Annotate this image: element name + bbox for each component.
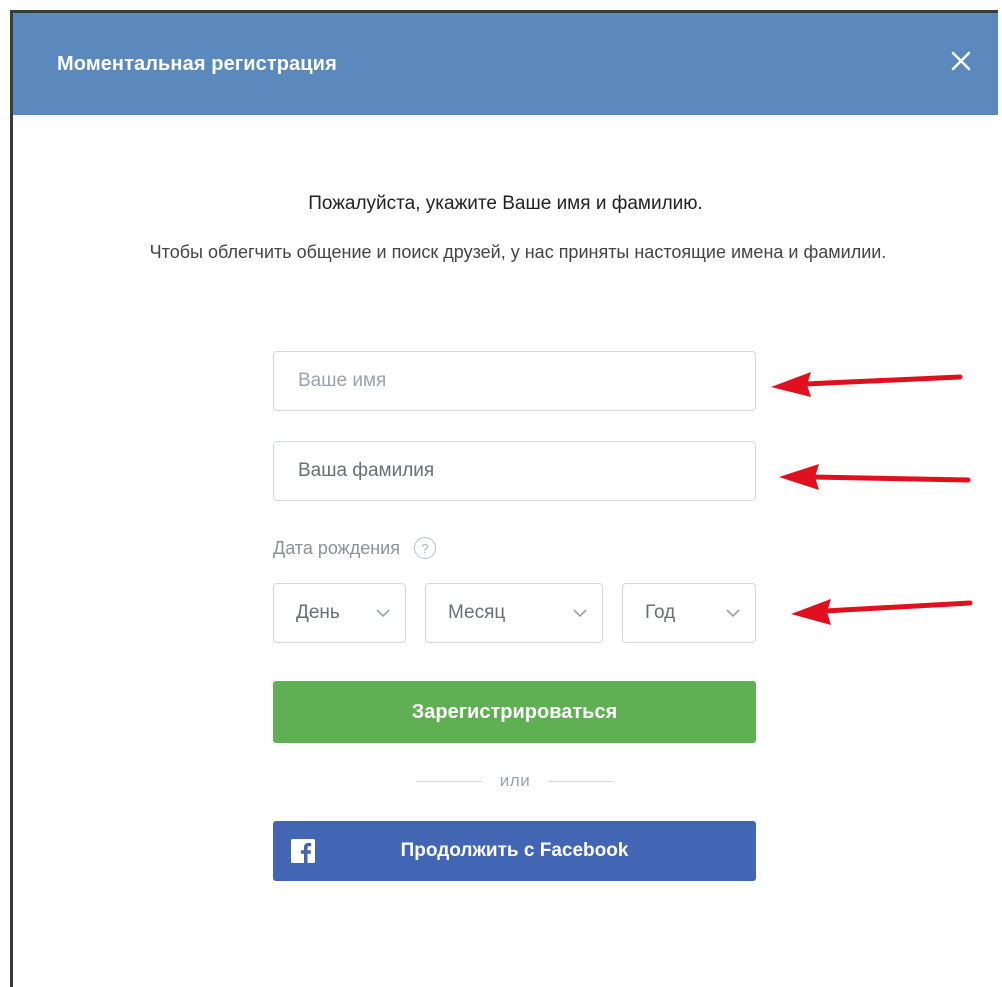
or-divider: или xyxy=(405,771,625,791)
birthdate-label: Дата рождения ? xyxy=(273,537,436,559)
year-select[interactable]: Год xyxy=(622,583,756,643)
register-button[interactable]: Зарегистрироваться xyxy=(273,681,756,743)
chevron-down-icon xyxy=(573,609,587,618)
birthdate-label-text: Дата рождения xyxy=(273,537,400,558)
registration-dialog: Моментальная регистрация Пожалуйста, ука… xyxy=(10,10,998,987)
help-icon[interactable]: ? xyxy=(413,537,436,559)
or-label: или xyxy=(499,771,531,790)
red-arrow-left-icon xyxy=(785,591,975,631)
facebook-button-label: Продолжить с Facebook xyxy=(400,840,629,861)
dialog-title: Моментальная регистрация xyxy=(57,52,337,75)
chevron-down-icon xyxy=(726,609,740,618)
month-select[interactable]: Месяц xyxy=(425,583,603,643)
dialog-header: Моментальная регистрация xyxy=(13,13,998,115)
day-select-value: День xyxy=(296,602,340,623)
close-button[interactable] xyxy=(946,46,976,76)
red-arrow-left-icon xyxy=(773,456,973,496)
facebook-button[interactable]: Продолжить с Facebook xyxy=(273,821,756,881)
form-hint: Чтобы облегчить общение и поиск друзей, … xyxy=(149,242,887,262)
day-select[interactable]: День xyxy=(273,583,406,643)
chevron-down-icon xyxy=(376,609,390,618)
last-name-input[interactable] xyxy=(273,441,756,501)
screenshot: Моментальная регистрация Пожалуйста, ука… xyxy=(0,0,1002,987)
divider-line xyxy=(415,780,482,782)
year-select-value: Год xyxy=(645,602,676,623)
divider-line xyxy=(548,780,615,782)
first-name-input[interactable] xyxy=(273,351,756,411)
month-select-value: Месяц xyxy=(448,602,506,623)
facebook-icon xyxy=(291,839,315,863)
form-heading: Пожалуйста, укажите Ваше имя и фамилию. xyxy=(308,193,703,214)
red-arrow-left-icon xyxy=(765,363,965,403)
close-icon xyxy=(951,51,971,71)
